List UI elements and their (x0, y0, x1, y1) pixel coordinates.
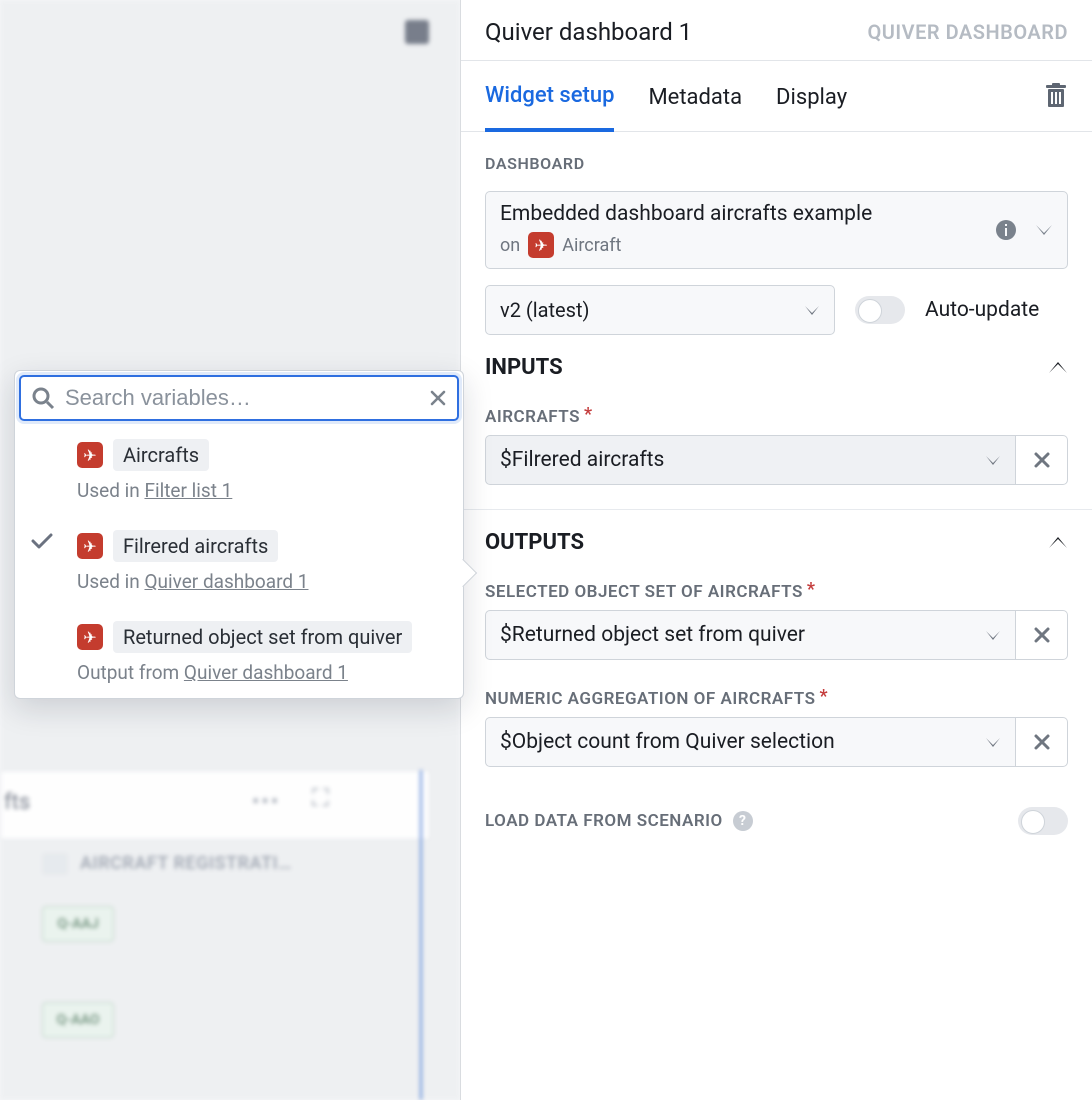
blurred-title: fts (4, 790, 30, 815)
panel-title: Quiver dashboard 1 (485, 18, 692, 46)
dashboard-section-label: DASHBOARD (485, 154, 1068, 173)
tab-widget-setup[interactable]: Widget setup (485, 61, 614, 132)
widget-config-panel: Quiver dashboard 1 QUIVER DASHBOARD Widg… (460, 0, 1092, 1100)
selected-set-clear-button[interactable] (1016, 610, 1068, 660)
blurred-toolbar (0, 770, 430, 840)
scenario-row: LOAD DATA FROM SCENARIO ? (461, 767, 1092, 855)
variable-name: Aircrafts (113, 439, 209, 471)
dashboard-selector[interactable]: Embedded dashboard aircrafts example on … (485, 191, 1068, 269)
expand-icon: ⛶ (312, 784, 329, 812)
variable-search-input[interactable] (65, 385, 419, 411)
info-icon[interactable] (995, 219, 1017, 241)
panel-header: Quiver dashboard 1 QUIVER DASHBOARD (461, 0, 1092, 60)
auto-update-label: Auto-update (925, 298, 1039, 322)
check-icon (31, 530, 65, 550)
dashboard-section: DASHBOARD (461, 132, 1092, 181)
variable-picker-popover: ✈ Aircrafts Used in Filter list 1 ✈ Filr… (14, 370, 464, 699)
close-icon (1033, 451, 1051, 469)
blurred-badge (42, 853, 68, 875)
auto-update-toggle[interactable] (855, 296, 905, 324)
variable-name: Returned object set from quiver (113, 621, 412, 653)
check-slot (31, 621, 65, 623)
airplane-icon: ✈ (77, 442, 103, 468)
inputs-header[interactable]: INPUTS (461, 335, 1092, 390)
aircrafts-value-select[interactable]: $Filrered aircrafts (485, 435, 1016, 485)
version-value: v2 (latest) (500, 298, 589, 322)
outputs-header[interactable]: OUTPUTS (461, 510, 1092, 565)
selected-set-select: $Returned object set from quiver (485, 610, 1068, 660)
unknown-square-icon (405, 20, 429, 44)
selected-set-value: $Returned object set from quiver (500, 623, 805, 647)
version-row: v2 (latest) Auto-update (485, 285, 1068, 335)
outputs-label: OUTPUTS (485, 530, 584, 555)
chevron-up-icon (1048, 362, 1068, 374)
airplane-icon: ✈ (77, 624, 103, 650)
required-star: * (819, 686, 828, 707)
numeric-agg-value: $Object count from Quiver selection (500, 730, 835, 754)
dashboard-object-type: on ✈ Aircraft (500, 232, 995, 258)
on-prefix: on (500, 235, 520, 256)
close-icon (1033, 626, 1051, 644)
numeric-agg-select: $Object count from Quiver selection (485, 717, 1068, 767)
selected-set-label: SELECTED OBJECT SET OF AIRCRAFTS* (461, 565, 1092, 610)
airplane-icon: ✈ (528, 232, 554, 258)
tab-metadata[interactable]: Metadata (648, 63, 742, 130)
scenario-label: LOAD DATA FROM SCENARIO ? (485, 811, 753, 831)
blurred-chip: Q-AAO (42, 1002, 114, 1038)
search-icon (31, 386, 55, 410)
inputs-label: INPUTS (485, 355, 563, 380)
chevron-down-icon (985, 455, 1001, 465)
variable-search[interactable] (19, 375, 459, 421)
required-star: * (807, 579, 816, 600)
check-slot (31, 439, 65, 441)
panel-type-label: QUIVER DASHBOARD (867, 20, 1068, 44)
variable-usage: Used in Quiver dashboard 1 (77, 570, 449, 593)
aircrafts-value: $Filrered aircrafts (500, 448, 664, 472)
chevron-down-icon (985, 737, 1001, 747)
chevron-down-icon (985, 630, 1001, 640)
object-type-name: Aircraft (562, 235, 621, 256)
variable-option[interactable]: ✈ Filrered aircrafts Used in Quiver dash… (15, 516, 463, 607)
variable-name: Filrered aircrafts (113, 530, 278, 562)
dashboard-name: Embedded dashboard aircrafts example (500, 202, 995, 226)
selected-set-value-select[interactable]: $Returned object set from quiver (485, 610, 1016, 660)
airplane-icon: ✈ (77, 533, 103, 559)
chevron-up-icon (1048, 537, 1068, 549)
more-icon: ••• (252, 790, 280, 815)
variable-usage: Used in Filter list 1 (77, 479, 449, 502)
blurred-chip: Q-AAJ (42, 906, 114, 942)
trash-icon (1044, 83, 1068, 109)
blurred-column-header: AIRCRAFT REGISTRATI… (80, 853, 292, 874)
tab-display[interactable]: Display (776, 63, 847, 130)
tabs: Widget setup Metadata Display (461, 60, 1092, 132)
required-star: * (584, 404, 593, 425)
numeric-agg-label: NUMERIC AGGREGATION OF AIRCRAFTS* (461, 660, 1092, 717)
version-select[interactable]: v2 (latest) (485, 285, 835, 335)
chevron-down-icon[interactable] (1035, 224, 1053, 236)
numeric-agg-clear-button[interactable] (1016, 717, 1068, 767)
chevron-down-icon (804, 305, 820, 315)
aircrafts-clear-button[interactable] (1016, 435, 1068, 485)
close-icon (1033, 733, 1051, 751)
variable-option[interactable]: ✈ Returned object set from quiver Output… (15, 607, 463, 698)
aircrafts-field-label: AIRCRAFTS* (461, 390, 1092, 435)
scenario-toggle[interactable] (1018, 807, 1068, 835)
delete-button[interactable] (1044, 83, 1068, 109)
blurred-divider (420, 770, 422, 1100)
close-icon[interactable] (429, 389, 447, 407)
numeric-agg-value-select[interactable]: $Object count from Quiver selection (485, 717, 1016, 767)
variable-usage: Output from Quiver dashboard 1 (77, 661, 449, 684)
help-icon[interactable]: ? (733, 811, 753, 831)
variable-option[interactable]: ✈ Aircrafts Used in Filter list 1 (15, 425, 463, 516)
aircrafts-input-select: $Filrered aircrafts (485, 435, 1068, 485)
